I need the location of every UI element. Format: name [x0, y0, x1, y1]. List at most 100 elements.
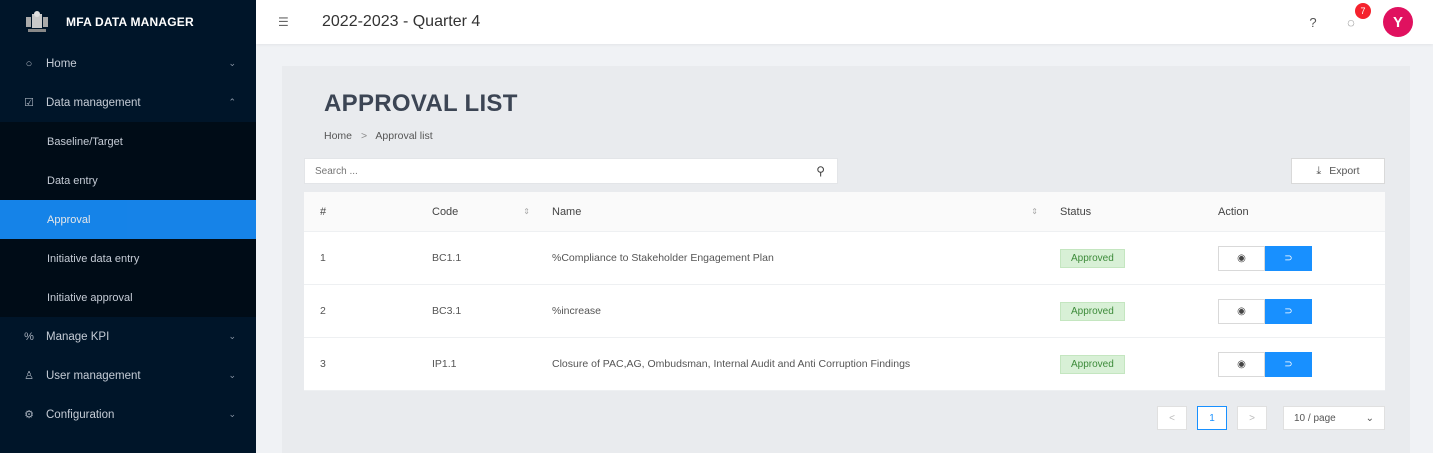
cell-name: %increase — [552, 305, 602, 317]
data-management-submenu: Baseline/Target Data entry Approval Init… — [0, 122, 256, 317]
sidebar-item-label: Home — [46, 57, 77, 70]
page-button-current[interactable]: 1 — [1197, 406, 1227, 430]
table-row: 2 BC3.1 %increase Approved ◉ ⊃ — [304, 285, 1385, 338]
sidebar-item-home[interactable]: ○ Home ⌄ — [0, 44, 256, 83]
chevron-down-icon: ⌄ — [228, 331, 236, 341]
cell-action: ◉ ⊃ — [1214, 351, 1385, 377]
page-size-select[interactable]: 10 / page ⌄ — [1283, 406, 1385, 430]
home-icon: ○ — [25, 57, 33, 70]
cell-status: Approved — [1056, 354, 1214, 374]
help-icon[interactable]: ? — [1303, 12, 1323, 32]
view-button[interactable]: ◉ — [1218, 351, 1265, 377]
status-badge: Approved — [1060, 248, 1125, 268]
prev-page-button[interactable]: < — [1157, 406, 1187, 430]
revert-button[interactable]: ⊃ — [1265, 351, 1312, 377]
column-header-name[interactable]: Name ⇕ — [548, 206, 1056, 218]
approval-table: # Code ⇕ Name ⇕ Status Action 1 BC1.1 %C… — [304, 192, 1385, 391]
sort-icon[interactable]: ⇕ — [523, 207, 530, 216]
header-actions: ? ◌ 7 Y — [1285, 0, 1413, 44]
chevron-up-icon: ⌃ — [228, 97, 236, 107]
gear-icon: ⚙ — [24, 409, 34, 421]
user-icon: ♙ — [24, 370, 34, 382]
sidebar-item-data-entry[interactable]: Data entry — [0, 161, 256, 200]
breadcrumb-separator: > — [360, 130, 368, 142]
edit-icon: ☑ — [24, 97, 34, 109]
chevron-down-icon: ⌄ — [228, 409, 236, 419]
sidebar-item-label: Configuration — [46, 408, 115, 421]
table-row: 1 BC1.1 %Compliance to Stakeholder Engag… — [304, 232, 1385, 285]
cell-status: Approved — [1056, 301, 1214, 321]
chevron-down-icon: ⌄ — [1365, 412, 1374, 424]
return-icon: ⊃ — [1284, 358, 1293, 370]
cell-action: ◉ ⊃ — [1214, 245, 1385, 271]
column-header-num: # — [320, 205, 327, 218]
column-header-code[interactable]: Code ⇕ — [422, 206, 548, 218]
kpi-icon: % — [24, 330, 34, 343]
page-size-label: 10 / page — [1294, 412, 1336, 424]
view-button[interactable]: ◉ — [1218, 245, 1265, 271]
page-title: APPROVAL LIST — [324, 90, 518, 117]
return-icon: ⊃ — [1284, 305, 1293, 317]
eye-icon: ◉ — [1237, 358, 1246, 370]
cell-num: 1 — [320, 252, 326, 264]
sidebar-item-label: Data management — [46, 96, 141, 109]
export-label: Export — [1329, 165, 1360, 177]
column-header-name-label: Name — [552, 205, 582, 218]
table-header-row: # Code ⇕ Name ⇕ Status Action — [304, 192, 1385, 232]
sidebar-item-baseline-target[interactable]: Baseline/Target — [0, 122, 256, 161]
cell-code: IP1.1 — [432, 358, 457, 370]
status-badge: Approved — [1060, 301, 1125, 321]
notification-badge: 7 — [1355, 3, 1371, 19]
breadcrumb-home[interactable]: Home — [324, 130, 352, 142]
sort-icon[interactable]: ⇕ — [1031, 207, 1038, 216]
bell-icon[interactable]: ◌ 7 — [1341, 3, 1371, 32]
cell-num: 2 — [320, 305, 326, 317]
coat-of-arms-logo — [22, 9, 52, 35]
breadcrumb-current: Approval list — [375, 130, 433, 142]
return-icon: ⊃ — [1284, 252, 1293, 264]
cell-code: BC1.1 — [432, 252, 462, 264]
column-header-status: Status — [1060, 205, 1092, 218]
search-box: ⚲ — [304, 158, 838, 184]
sidebar: MFA DATA MANAGER ○ Home ⌄ ☑ Data managem… — [0, 0, 256, 453]
main-content: APPROVAL LIST Home > Approval list ⚲ ⤓ E… — [282, 66, 1410, 453]
column-header-code-label: Code — [432, 205, 459, 218]
app-title: MFA DATA MANAGER — [66, 15, 194, 29]
table-row: 3 IP1.1 Closure of PAC,AG, Ombudsman, In… — [304, 338, 1385, 391]
avatar[interactable]: Y — [1383, 7, 1413, 37]
cell-code: BC3.1 — [432, 305, 462, 317]
sidebar-item-label: Manage KPI — [46, 330, 110, 343]
cell-status: Approved — [1056, 248, 1214, 268]
cell-num: 3 — [320, 358, 326, 370]
export-button[interactable]: ⤓ Export — [1291, 158, 1385, 184]
next-page-button[interactable]: > — [1237, 406, 1267, 430]
eye-icon: ◉ — [1237, 305, 1246, 317]
sidebar-item-initiative-data-entry[interactable]: Initiative data entry — [0, 239, 256, 278]
sidebar-item-manage-kpi[interactable]: % Manage KPI ⌄ — [0, 317, 256, 356]
sidebar-item-initiative-approval[interactable]: Initiative approval — [0, 278, 256, 317]
breadcrumb: Home > Approval list — [324, 130, 433, 142]
eye-icon: ◉ — [1237, 252, 1246, 264]
sidebar-item-user-management[interactable]: ♙ User management ⌄ — [0, 356, 256, 395]
cell-name: Closure of PAC,AG, Ombudsman, Internal A… — [552, 358, 911, 370]
top-header: ☰ 2022-2023 - Quarter 4 ? ◌ 7 Y — [256, 0, 1433, 44]
chevron-down-icon: ⌄ — [228, 58, 236, 68]
pagination: < 1 > 10 / page ⌄ — [1147, 406, 1385, 430]
cell-action: ◉ ⊃ — [1214, 298, 1385, 324]
period-title: 2022-2023 - Quarter 4 — [322, 13, 481, 30]
revert-button[interactable]: ⊃ — [1265, 298, 1312, 324]
sidebar-item-data-management[interactable]: ☑ Data management ⌃ — [0, 83, 256, 122]
menu-fold-icon[interactable]: ☰ — [278, 15, 292, 29]
sidebar-item-approval[interactable]: Approval — [0, 200, 256, 239]
status-badge: Approved — [1060, 354, 1125, 374]
search-icon[interactable]: ⚲ — [816, 164, 825, 178]
column-header-action: Action — [1218, 205, 1249, 218]
search-input[interactable] — [315, 165, 795, 177]
view-button[interactable]: ◉ — [1218, 298, 1265, 324]
revert-button[interactable]: ⊃ — [1265, 245, 1312, 271]
sidebar-item-label: User management — [46, 369, 141, 382]
cell-name: %Compliance to Stakeholder Engagement Pl… — [552, 252, 774, 264]
chevron-down-icon: ⌄ — [228, 370, 236, 380]
brand: MFA DATA MANAGER — [0, 0, 256, 44]
sidebar-item-configuration[interactable]: ⚙ Configuration ⌄ — [0, 395, 256, 434]
